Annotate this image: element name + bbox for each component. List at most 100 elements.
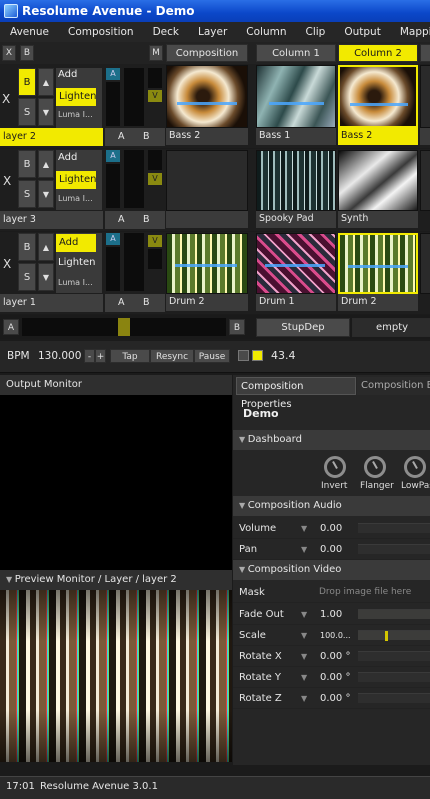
layer-3-b-label[interactable]: B [143,211,150,228]
column-3-header[interactable] [420,44,430,62]
menu-mapping[interactable]: Mapping [390,26,430,38]
column-1-header[interactable]: Column 1 [256,44,336,62]
layer-2-blend-lighten[interactable]: Lighten [56,88,96,106]
layer-1-move-up-icon[interactable]: ▲ [38,233,54,261]
layer-2-a-label[interactable]: A [118,128,125,145]
clip-synth-thumbnail[interactable] [338,150,418,211]
layer-3-blend-add[interactable]: Add [58,152,77,163]
param-slider[interactable] [358,544,430,554]
layer-3-blend-lighten[interactable]: Lighten [56,171,96,189]
param-slider[interactable] [358,609,430,619]
layer-2-video-toggle[interactable]: V [148,90,162,102]
tab-composition-browser[interactable]: Composition B [357,377,430,395]
clip-bass-1-thumbnail[interactable] [256,65,336,128]
param-value[interactable]: 0.00 ° [320,688,350,709]
deck-tab-stupdep[interactable]: StupDep [256,318,350,337]
layer-3-a-label[interactable]: A [118,211,125,228]
layer-2-blend-luma[interactable]: Luma I... [58,110,93,119]
clip-name[interactable]: Drum 2 [166,294,248,311]
clip-bass-2-thumbnail[interactable] [166,65,248,128]
clip-name[interactable]: Bass 2 [338,128,418,145]
layer-1-solo-button[interactable]: S [18,263,36,291]
lowpass-knob[interactable] [404,456,426,478]
clip-empty-slot[interactable] [420,233,430,294]
pause-button[interactable]: Pause [194,349,230,363]
param-value[interactable]: 0.00 [320,539,342,560]
clear-all-button[interactable]: X [2,45,16,61]
param-dropdown-icon[interactable]: ▼ [301,539,307,560]
preview-monitor-header[interactable]: ▼ Preview Monitor / Layer / layer 2 [0,570,232,590]
layer-1-a-label[interactable]: A [118,294,125,311]
resync-button[interactable]: Resync [150,349,194,363]
layer-3-audio-fader[interactable] [148,150,162,170]
param-slider[interactable] [358,693,430,703]
clip-bass-2-active-thumbnail[interactable] [338,65,418,128]
clip-name[interactable]: Drum 1 [256,294,336,311]
layer-1-blend-lighten[interactable]: Lighten [58,257,95,268]
mask-drop-zone[interactable]: Drop image file here [319,582,411,603]
composition-video-header[interactable]: ▼ Composition Video [233,560,430,580]
clip-name[interactable]: Synth [338,211,418,228]
layer-1-name[interactable]: layer 1 [0,294,103,312]
layer-2-a-toggle[interactable]: A [106,68,120,80]
tap-button[interactable]: Tap [110,349,150,363]
menu-layer[interactable]: Layer [188,26,236,38]
clip-name[interactable] [166,211,248,228]
bpm-value[interactable]: 130.000 [38,350,81,362]
param-mask[interactable]: Mask Drop image file here [233,582,430,603]
layer-3-a-toggle[interactable]: A [106,150,120,162]
layer-3-opacity-fader[interactable] [106,164,120,208]
layer-3-move-down-icon[interactable]: ▼ [38,180,54,208]
menu-output[interactable]: Output [334,26,389,38]
layer-2-bypass-button[interactable]: B [18,68,36,96]
crossfader-a-button[interactable]: A [3,319,19,335]
clip-name[interactable]: Drum 2 [338,294,418,311]
layer-3-bypass-button[interactable]: B [18,150,36,178]
param-scale[interactable]: Scale ▼ 100.0... [233,625,430,646]
param-rotate-y[interactable]: Rotate Y ▼ 0.00 ° [233,667,430,688]
clip-name-empty[interactable] [420,128,430,145]
layer-2-clear-button[interactable]: X [2,92,10,106]
param-dropdown-icon[interactable]: ▼ [301,667,307,688]
menu-column[interactable]: Column [236,26,295,38]
clip-drum-1-thumbnail[interactable] [256,233,336,294]
param-rotate-z[interactable]: Rotate Z ▼ 0.00 ° [233,688,430,709]
param-value[interactable]: 0.00 [320,518,342,539]
layer-3-blend-luma[interactable]: Luma I... [58,194,93,203]
clip-spooky-pad-thumbnail[interactable] [256,150,336,211]
menu-composition[interactable]: Composition [58,26,143,38]
param-dropdown-icon[interactable]: ▼ [301,625,307,646]
layer-1-blend-luma[interactable]: Luma I... [58,278,93,287]
menu-avenue[interactable]: Avenue [0,26,58,38]
slider-handle[interactable] [385,631,388,641]
layer-3-solo-button[interactable]: S [18,180,36,208]
bpm-increase-button[interactable]: + [95,349,106,363]
tab-composition-properties[interactable]: Composition Properties [236,377,356,410]
layer-1-blend-add[interactable]: Add [56,234,96,252]
param-slider[interactable] [358,523,430,533]
clip-name[interactable]: Spooky Pad [256,211,336,228]
deck-tab-empty[interactable]: empty [352,318,430,337]
param-slider[interactable] [358,630,430,641]
clip-empty-slot[interactable] [166,150,248,211]
param-fade-out[interactable]: Fade Out ▼ 1.00 [233,604,430,625]
clip-empty-slot[interactable] [420,65,430,128]
composition-column-header[interactable]: Composition [166,44,248,62]
layer-3-name[interactable]: layer 3 [0,211,103,229]
layer-1-bypass-button[interactable]: B [18,233,36,261]
param-dropdown-icon[interactable]: ▼ [301,646,307,667]
layer-3-clear-button[interactable]: X [3,174,11,188]
crossfader-b-button[interactable]: B [229,319,245,335]
layer-1-audio-fader[interactable] [148,249,162,269]
collapse-chevron-icon[interactable]: ▼ [6,575,15,584]
layer-1-move-down-icon[interactable]: ▼ [38,263,54,291]
layer-2-opacity-fader[interactable] [106,82,120,126]
layer-2-blend-add[interactable]: Add [58,69,77,80]
clip-name[interactable]: Bass 1 [256,128,336,145]
layer-2-solo-button[interactable]: S [18,98,36,126]
layer-2-name[interactable]: layer 2 [0,128,103,146]
param-value[interactable]: 100.0... [320,625,351,646]
layer-2-move-up-icon[interactable]: ▲ [38,68,54,96]
param-value[interactable]: 0.00 ° [320,667,350,688]
layer-1-video-toggle[interactable]: V [148,235,162,247]
